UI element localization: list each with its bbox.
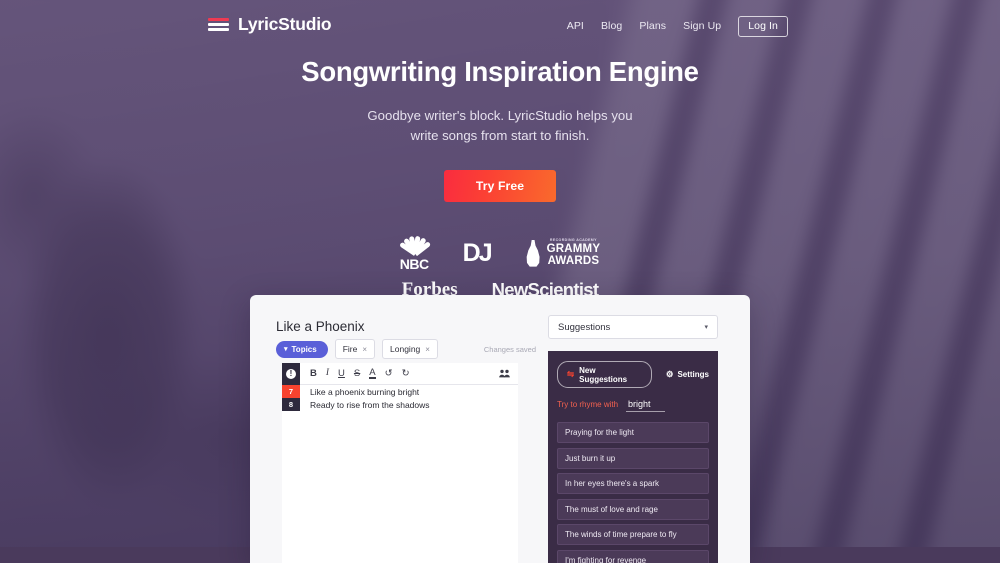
rhyme-label: Try to rhyme with [557, 400, 619, 409]
site-header: LyricStudio API Blog Plans Sign Up Log I… [0, 0, 1000, 52]
gramophone-icon [526, 239, 540, 267]
suggestion-item[interactable]: Just burn it up [557, 447, 709, 469]
press-row-top: NBC DJ RECORDING ACADEMY GRAMMY AWARDS [399, 234, 601, 273]
press-logo-djmag-text: DJ [462, 238, 493, 267]
remove-tag-icon[interactable]: × [425, 345, 430, 354]
hero-subtitle-line-2: write songs from start to finish. [410, 128, 590, 144]
suggestion-item[interactable]: The winds of time prepare to fly [557, 524, 709, 545]
suggestion-item[interactable]: In her eyes there's a spark [557, 473, 709, 494]
collaborators-button[interactable] [499, 369, 510, 378]
nav-link-sign-up[interactable]: Sign Up [683, 20, 721, 32]
suggestions-panel-header: ⇋ New Suggestions ⚙ Settings [557, 361, 709, 388]
grammy-line-2: AWARDS [547, 254, 600, 267]
suggestion-item[interactable]: The must of love and rage [557, 498, 709, 520]
lyric-editor[interactable]: 7 Like a phoenix burning bright 8 Ready … [282, 385, 518, 563]
topic-tag-fire[interactable]: Fire × [334, 339, 376, 359]
lyric-line-text: Like a phoenix burning bright [310, 386, 420, 397]
press-logo-nbc-text: NBC [399, 256, 429, 273]
settings-label: Settings [677, 370, 709, 379]
nav-link-api[interactable]: API [567, 20, 584, 32]
italic-button[interactable]: I [326, 368, 329, 379]
topic-tag-longing[interactable]: Longing × [382, 339, 438, 359]
grammy-text-block: RECORDING ACADEMY GRAMMY AWARDS [546, 238, 601, 267]
hero-subtitle: Goodbye writer's block. LyricStudio help… [0, 106, 1000, 146]
settings-button[interactable]: ⚙ Settings [666, 370, 709, 379]
grammy-kicker: RECORDING ACADEMY [549, 238, 597, 243]
brand-logo[interactable]: LyricStudio [208, 14, 332, 35]
suggestions-list: Praying for the light Just burn it up In… [557, 422, 709, 563]
undo-button[interactable]: ↺ [385, 369, 393, 379]
main-nav: API Blog Plans Sign Up Log In [567, 16, 788, 37]
new-suggestions-label: New Suggestions [579, 365, 628, 384]
topic-tag-fire-label: Fire [342, 344, 358, 354]
info-badge[interactable]: ! [282, 363, 300, 385]
brand-name: LyricStudio [238, 14, 332, 34]
topics-tag-row: ▾ Topics Fire × Longing × [276, 339, 438, 359]
remove-tag-icon[interactable]: × [362, 345, 367, 354]
strikethrough-button[interactable]: S [354, 369, 360, 379]
login-button[interactable]: Log In [738, 16, 788, 37]
line-number: 8 [282, 398, 300, 411]
song-title: Like a Phoenix [276, 319, 365, 334]
grammy-line-1: GRAMMY [546, 243, 601, 256]
shuffle-icon: ⇋ [567, 369, 575, 380]
save-status: Changes saved [483, 345, 536, 354]
three-bars-logo-icon [208, 17, 229, 32]
press-logo-nbc: NBC [399, 234, 432, 273]
chevron-down-icon: ▾ [704, 324, 708, 331]
gear-icon: ⚙ [665, 369, 674, 380]
suggestions-mode-value: Suggestions [558, 321, 611, 333]
app-preview-card: Like a Phoenix ▾ Topics Fire × Longing ×… [250, 295, 750, 563]
page-title: Songwriting Inspiration Engine [301, 56, 699, 87]
hero-subtitle-line-1: Goodbye writer's block. LyricStudio help… [367, 108, 633, 123]
cta-container: Try Free [0, 170, 1000, 203]
lyric-line[interactable]: 7 Like a phoenix burning bright [282, 385, 518, 398]
info-icon: ! [286, 369, 296, 379]
rhyme-row: Try to rhyme with bright [557, 399, 709, 412]
topics-dropdown-button[interactable]: ▾ Topics [276, 340, 328, 358]
bold-button[interactable]: B [310, 369, 317, 379]
nav-link-blog[interactable]: Blog [601, 20, 622, 32]
topics-label: Topics [291, 344, 317, 354]
try-free-button[interactable]: Try Free [443, 170, 557, 203]
suggestion-item[interactable]: I'm fighting for revenge [557, 549, 709, 563]
suggestions-mode-select[interactable]: Suggestions ▾ [548, 315, 718, 339]
line-number: 7 [282, 385, 300, 398]
topic-tag-longing-label: Longing [390, 344, 421, 354]
new-suggestions-button[interactable]: ⇋ New Suggestions [557, 361, 652, 388]
lyric-line-text: Ready to rise from the shadows [310, 399, 430, 410]
press-logos: NBC DJ RECORDING ACADEMY GRAMMY AWARDS F… [0, 234, 1000, 301]
redo-button[interactable]: ↻ [402, 369, 410, 379]
toolbar-tools: B I U S A ↺ ↻ [310, 368, 410, 379]
press-logo-grammy: RECORDING ACADEMY GRAMMY AWARDS [525, 238, 601, 267]
text-color-button[interactable]: A [369, 368, 376, 379]
people-icon [499, 369, 510, 378]
underline-button[interactable]: U [338, 369, 345, 379]
lyric-line[interactable]: 8 Ready to rise from the shadows [282, 398, 518, 411]
rhyme-word-input[interactable]: bright [626, 399, 665, 412]
nav-link-plans[interactable]: Plans [639, 20, 666, 32]
chevron-down-icon: ▾ [284, 345, 288, 353]
suggestions-panel: ⇋ New Suggestions ⚙ Settings Try to rhym… [548, 351, 718, 563]
suggestion-item[interactable]: Praying for the light [557, 422, 709, 443]
nbc-peacock-icon [399, 234, 432, 257]
press-logo-djmag: DJ [462, 238, 493, 268]
editor-toolbar: ! B I U S A ↺ ↻ [282, 363, 518, 385]
